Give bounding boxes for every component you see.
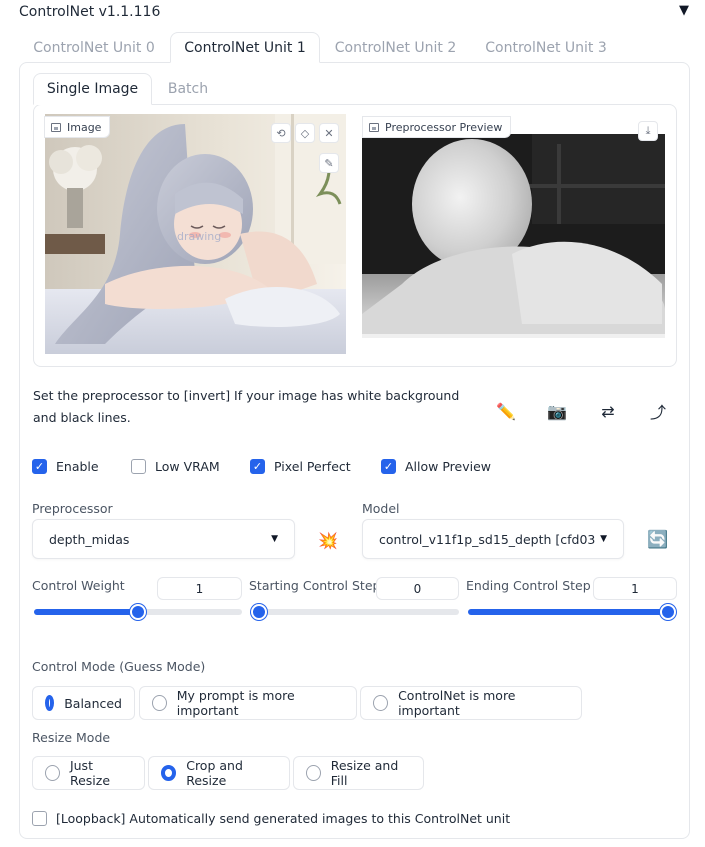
download-icon[interactable]: ⤓ bbox=[638, 121, 658, 141]
resize-crop-and-resize[interactable]: Crop and Resize bbox=[148, 756, 290, 790]
chevron-down-icon: ▼ bbox=[271, 534, 278, 544]
image-watermark: drawing bbox=[177, 230, 221, 243]
radio-unselected-icon bbox=[45, 765, 60, 781]
depth-map-illustration bbox=[362, 134, 665, 338]
source-image-illustration: drawing bbox=[45, 114, 346, 354]
tab-unit-3[interactable]: ControlNet Unit 3 bbox=[476, 32, 616, 63]
checkbox-checked-icon: ✓ bbox=[32, 458, 47, 474]
image-icon bbox=[51, 122, 61, 132]
starting-step-label: Starting Control Step bbox=[249, 578, 381, 593]
slider-thumb[interactable] bbox=[251, 604, 267, 620]
allow-preview-label: Allow Preview bbox=[405, 458, 491, 474]
radio-selected-icon bbox=[45, 695, 55, 711]
pixel-perfect-checkbox[interactable]: ✓ Pixel Perfect bbox=[250, 457, 351, 475]
checkbox-unchecked-icon bbox=[131, 458, 146, 474]
tab-unit-2[interactable]: ControlNet Unit 2 bbox=[327, 32, 464, 63]
camera-button[interactable]: 📷 bbox=[542, 398, 572, 424]
send-dimensions-button[interactable]: ⤴ bbox=[643, 398, 673, 424]
image-icon bbox=[369, 122, 379, 132]
loopback-checkbox[interactable]: [Loopback] Automatically send generated … bbox=[32, 809, 510, 827]
radio-label: Balanced bbox=[64, 695, 122, 711]
preprocessor-label: Preprocessor bbox=[32, 501, 113, 516]
loopback-label: [Loopback] Automatically send generated … bbox=[56, 810, 511, 826]
preprocessor-preview-image bbox=[362, 134, 665, 338]
preprocessor-select[interactable]: depth_midas ▼ bbox=[32, 519, 295, 559]
source-image[interactable]: drawing bbox=[45, 114, 346, 354]
tab-single-image[interactable]: Single Image bbox=[33, 73, 152, 105]
run-preprocessor-button[interactable]: 💥 bbox=[318, 531, 338, 550]
brush-icon[interactable]: ✎ bbox=[319, 153, 339, 173]
slider-fill bbox=[34, 609, 138, 615]
chevron-down-icon: ▼ bbox=[600, 534, 607, 544]
radio-unselected-icon bbox=[306, 765, 321, 781]
refresh-models-button[interactable]: 🔄 bbox=[647, 530, 668, 550]
radio-label: Just Resize bbox=[69, 758, 111, 788]
slider-fill bbox=[468, 609, 676, 615]
model-value: control_v11f1p_sd15_depth [cfd03 bbox=[379, 531, 596, 547]
allow-preview-checkbox[interactable]: ✓ Allow Preview bbox=[381, 457, 491, 475]
preview-label-text: Preprocessor Preview bbox=[385, 120, 503, 134]
control-mode-label: Control Mode (Guess Mode) bbox=[32, 659, 206, 674]
preview-label: Preprocessor Preview bbox=[362, 116, 512, 138]
tab-unit-0[interactable]: ControlNet Unit 0 bbox=[25, 32, 163, 63]
rotate-icon[interactable]: ⟲ bbox=[271, 123, 291, 143]
checkbox-checked-icon: ✓ bbox=[381, 458, 396, 474]
starting-step-slider[interactable] bbox=[251, 604, 459, 620]
radio-label: ControlNet is more important bbox=[398, 688, 516, 718]
low-vram-label: Low VRAM bbox=[155, 458, 220, 474]
enable-label: Enable bbox=[56, 458, 99, 474]
image-label-text: Image bbox=[67, 120, 102, 134]
edit-canvas-button[interactable]: ✏️ bbox=[491, 398, 521, 424]
enable-checkbox[interactable]: ✓ Enable bbox=[32, 457, 99, 475]
radio-selected-icon bbox=[161, 765, 177, 781]
slider-thumb[interactable] bbox=[660, 604, 676, 620]
ending-step-label: Ending Control Step bbox=[466, 578, 591, 593]
radio-label: My prompt is more important bbox=[176, 688, 295, 718]
ending-step-input[interactable]: 1 bbox=[593, 577, 677, 600]
low-vram-checkbox[interactable]: Low VRAM bbox=[131, 457, 220, 475]
control-mode-prompt[interactable]: My prompt is more important bbox=[139, 686, 357, 720]
radio-label: Crop and Resize bbox=[186, 758, 243, 788]
control-weight-label: Control Weight bbox=[32, 578, 125, 593]
model-select[interactable]: control_v11f1p_sd15_depth [cfd03 ▼ bbox=[362, 519, 624, 559]
ending-step-slider[interactable] bbox=[468, 604, 676, 620]
resize-mode-label: Resize Mode bbox=[32, 730, 111, 745]
starting-step-input[interactable]: 0 bbox=[376, 577, 459, 600]
control-mode-controlnet[interactable]: ControlNet is more important bbox=[360, 686, 582, 720]
tab-unit-1[interactable]: ControlNet Unit 1 bbox=[170, 32, 320, 63]
slider-thumb[interactable] bbox=[130, 604, 146, 620]
radio-unselected-icon bbox=[152, 695, 167, 711]
resize-just-resize[interactable]: Just Resize bbox=[32, 756, 145, 790]
eraser-icon[interactable]: ◇ bbox=[295, 123, 315, 143]
checkbox-unchecked-icon bbox=[32, 810, 47, 826]
preprocessor-hint: Set the preprocessor to [invert] If your… bbox=[33, 388, 460, 425]
swap-dimensions-button[interactable]: ⇄ bbox=[593, 398, 623, 424]
accordion-title[interactable]: ControlNet v1.1.116 bbox=[19, 4, 160, 20]
checkbox-checked-icon: ✓ bbox=[250, 458, 265, 474]
radio-label: Resize and Fill bbox=[330, 758, 399, 788]
control-weight-slider[interactable] bbox=[34, 604, 242, 620]
control-weight-input[interactable]: 1 bbox=[157, 577, 242, 600]
control-mode-balanced[interactable]: Balanced bbox=[32, 686, 135, 720]
pixel-perfect-label: Pixel Perfect bbox=[274, 458, 351, 474]
radio-unselected-icon bbox=[373, 695, 389, 711]
image-label: Image bbox=[44, 116, 111, 138]
preprocessor-value: depth_midas bbox=[49, 531, 130, 547]
resize-resize-and-fill[interactable]: Resize and Fill bbox=[293, 756, 424, 790]
collapse-caret-icon[interactable]: ▼ bbox=[679, 3, 689, 18]
model-label: Model bbox=[362, 501, 400, 516]
tab-batch[interactable]: Batch bbox=[155, 73, 221, 105]
close-icon[interactable]: ✕ bbox=[319, 123, 339, 143]
